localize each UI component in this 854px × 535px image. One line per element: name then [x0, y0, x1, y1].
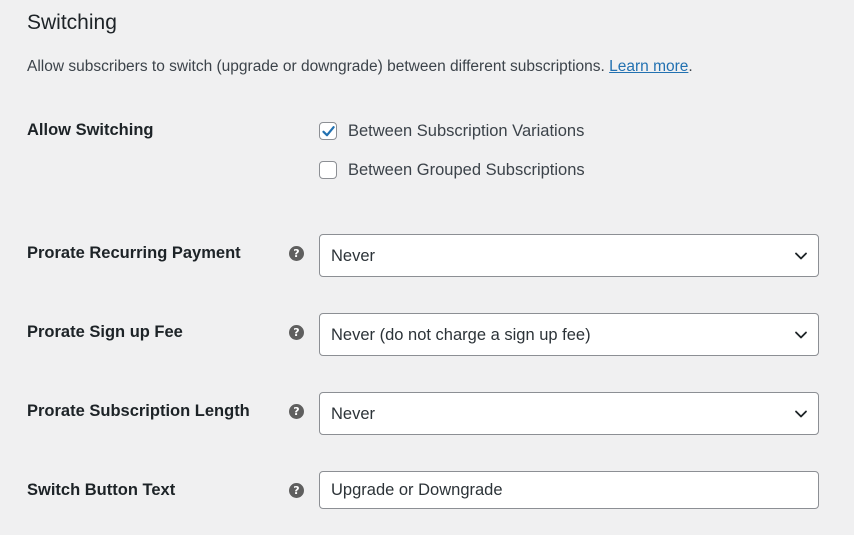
prorate-sign-up-fee-select[interactable]: Never (do not charge a sign up fee)	[319, 313, 819, 356]
prorate-sign-up-fee-label: Prorate Sign up Fee	[27, 323, 183, 341]
question-mark-circle-icon[interactable]: ?	[289, 483, 304, 498]
between-subscription-variations-checkbox[interactable]	[319, 122, 337, 140]
checkmark-icon	[322, 126, 335, 137]
question-mark-circle-icon[interactable]: ?	[289, 246, 304, 261]
prorate-subscription-length-select[interactable]: Never	[319, 392, 819, 435]
chevron-down-icon	[795, 410, 807, 418]
switch-button-text-input[interactable]	[319, 471, 819, 509]
prorate-sign-up-fee-value: Never (do not charge a sign up fee)	[331, 326, 591, 344]
prorate-subscription-length-label: Prorate Subscription Length	[27, 402, 250, 420]
section-description-text: Allow subscribers to switch (upgrade or …	[27, 58, 605, 75]
question-mark-circle-icon[interactable]: ?	[289, 325, 304, 340]
switch-button-text-label: Switch Button Text	[27, 481, 176, 499]
section-title: Switching	[27, 11, 117, 34]
between-grouped-subscriptions-label: Between Grouped Subscriptions	[348, 161, 585, 179]
allow-switching-label: Allow Switching	[27, 121, 154, 139]
between-subscription-variations-option[interactable]: Between Subscription Variations	[319, 120, 584, 142]
chevron-down-icon	[795, 252, 807, 260]
prorate-recurring-payment-value: Never	[331, 247, 376, 265]
chevron-down-icon	[795, 331, 807, 339]
prorate-recurring-payment-label: Prorate Recurring Payment	[27, 244, 241, 262]
between-subscription-variations-label: Between Subscription Variations	[348, 122, 585, 140]
question-mark-circle-icon[interactable]: ?	[289, 404, 304, 419]
between-grouped-subscriptions-checkbox[interactable]	[319, 161, 337, 179]
section-description: Allow subscribers to switch (upgrade or …	[27, 57, 693, 77]
prorate-recurring-payment-select[interactable]: Never	[319, 234, 819, 277]
prorate-subscription-length-value: Never	[331, 405, 376, 423]
section-description-end: .	[688, 58, 693, 75]
learn-more-link[interactable]: Learn more	[609, 58, 688, 75]
between-grouped-subscriptions-option[interactable]: Between Grouped Subscriptions	[319, 159, 585, 181]
